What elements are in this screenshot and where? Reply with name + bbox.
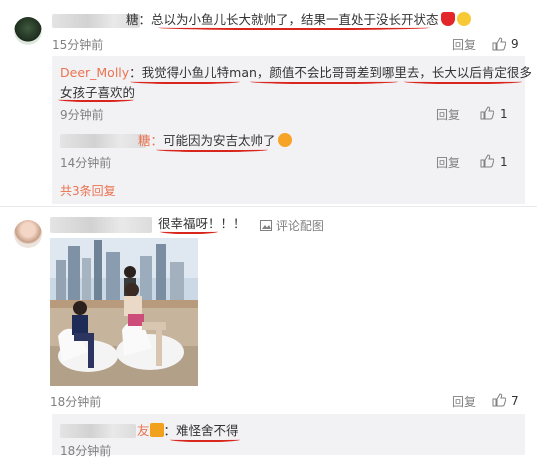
- username-suffix[interactable]: 友: [137, 423, 150, 438]
- comment-photo[interactable]: [50, 238, 198, 386]
- annotation-underline: [404, 78, 522, 84]
- annotation-underline: [130, 78, 240, 84]
- username-blurred[interactable]: [60, 134, 146, 148]
- reply-username[interactable]: Deer_Molly: [60, 65, 129, 80]
- like-count: 1: [500, 107, 508, 121]
- username-suffix[interactable]: 糖：: [126, 12, 151, 27]
- annotation-underline: [160, 228, 218, 234]
- reply-time: 14分钟前: [60, 156, 112, 170]
- image-icon: [260, 220, 272, 231]
- annotation-underline: [58, 96, 134, 102]
- annotation-underline: [250, 78, 398, 84]
- thumb-up-icon[interactable]: [480, 106, 494, 120]
- reply-time: 18分钟前: [60, 444, 112, 458]
- annotation-underline: [170, 436, 240, 442]
- like-count: 9: [511, 37, 519, 51]
- annotation-underline: [158, 24, 430, 30]
- thumb-up-icon[interactable]: [480, 154, 494, 168]
- comment-image-link[interactable]: 评论配图: [260, 217, 324, 234]
- comment-time: 18分钟前: [50, 395, 102, 409]
- like-count: 1: [500, 155, 508, 169]
- view-all-replies-link[interactable]: 共3条回复: [60, 182, 116, 199]
- reply-button[interactable]: 回复: [452, 36, 476, 53]
- thumb-up-icon[interactable]: [492, 393, 506, 407]
- comment-image-label: 评论配图: [275, 219, 324, 233]
- like-count: 7: [511, 394, 519, 408]
- thumb-up-icon[interactable]: [492, 37, 506, 51]
- username-blurred[interactable]: [50, 217, 152, 233]
- reply-button[interactable]: 回复: [436, 106, 460, 123]
- username-blurred[interactable]: [60, 424, 136, 438]
- username-suffix[interactable]: 糖：: [138, 133, 163, 148]
- avatar[interactable]: [14, 17, 42, 45]
- laugh-emoji: [277, 133, 292, 147]
- reply-button[interactable]: 回复: [452, 393, 476, 410]
- heart-emoji: [440, 12, 455, 26]
- annotation-underline: [156, 146, 268, 152]
- crown-icon: [149, 423, 164, 437]
- comment-time: 15分钟前: [52, 38, 104, 52]
- reply-button[interactable]: 回复: [436, 154, 460, 171]
- reply-time: 9分钟前: [60, 108, 104, 122]
- divider: [0, 206, 537, 207]
- laugh-emoji: [456, 12, 471, 26]
- avatar[interactable]: [14, 220, 42, 248]
